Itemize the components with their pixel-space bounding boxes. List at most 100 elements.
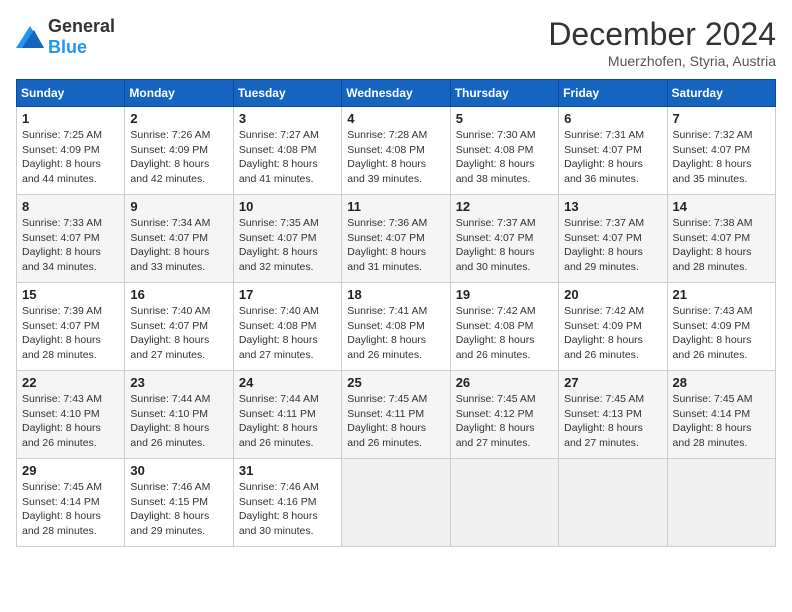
day-info: Sunrise: 7:37 AMSunset: 4:07 PMDaylight:…	[564, 216, 661, 275]
day-number: 5	[456, 111, 553, 126]
calendar-cell: 13 Sunrise: 7:37 AMSunset: 4:07 PMDayligh…	[559, 195, 667, 283]
day-number: 28	[673, 375, 770, 390]
title-block: December 2024 Muerzhofen, Styria, Austri…	[548, 16, 776, 69]
day-info: Sunrise: 7:45 AMSunset: 4:11 PMDaylight:…	[347, 392, 444, 451]
calendar-week-1: 1Sunrise: 7:25 AMSunset: 4:09 PMDaylight…	[17, 107, 776, 195]
calendar-cell: 20Sunrise: 7:42 AMSunset: 4:09 PMDayligh…	[559, 283, 667, 371]
day-number: 23	[130, 375, 227, 390]
day-number: 21	[673, 287, 770, 302]
calendar-cell: 18 Sunrise: 7:41 AMSunset: 4:08 PMDayligh…	[342, 283, 450, 371]
calendar-cell	[559, 459, 667, 547]
calendar-table: SundayMondayTuesdayWednesdayThursdayFrid…	[16, 79, 776, 547]
calendar-cell: 7 Sunrise: 7:32 AMSunset: 4:07 PMDaylight…	[667, 107, 775, 195]
day-number: 15	[22, 287, 119, 302]
day-info: Sunrise: 7:44 AMSunset: 4:10 PMDaylight:…	[130, 392, 227, 451]
calendar-week-3: 15 Sunrise: 7:39 AMSunset: 4:07 PMDayligh…	[17, 283, 776, 371]
month-title: December 2024	[548, 16, 776, 53]
day-number: 29	[22, 463, 119, 478]
day-info: Sunrise: 7:45 AMSunset: 4:14 PMDaylight:…	[22, 480, 119, 539]
calendar-cell: 10 Sunrise: 7:35 AMSunset: 4:07 PMDayligh…	[233, 195, 341, 283]
calendar-cell: 6 Sunrise: 7:31 AMSunset: 4:07 PMDaylight…	[559, 107, 667, 195]
day-number: 13	[564, 199, 661, 214]
day-info: Sunrise: 7:40 AMSunset: 4:07 PMDaylight:…	[130, 304, 227, 363]
day-info: Sunrise: 7:28 AMSunset: 4:08 PMDaylight:…	[347, 128, 444, 187]
day-info: Sunrise: 7:31 AMSunset: 4:07 PMDaylight:…	[564, 128, 661, 187]
day-info: Sunrise: 7:35 AMSunset: 4:07 PMDaylight:…	[239, 216, 336, 275]
day-info: Sunrise: 7:30 AMSunset: 4:08 PMDaylight:…	[456, 128, 553, 187]
calendar-cell	[342, 459, 450, 547]
calendar-cell: 11 Sunrise: 7:36 AMSunset: 4:07 PMDayligh…	[342, 195, 450, 283]
page-header: General Blue December 2024 Muerzhofen, S…	[16, 16, 776, 69]
calendar-cell: 4 Sunrise: 7:28 AMSunset: 4:08 PMDaylight…	[342, 107, 450, 195]
day-number: 2	[130, 111, 227, 126]
calendar-cell: 1Sunrise: 7:25 AMSunset: 4:09 PMDaylight…	[17, 107, 125, 195]
calendar-cell: 17Sunrise: 7:40 AMSunset: 4:08 PMDayligh…	[233, 283, 341, 371]
calendar-cell: 5 Sunrise: 7:30 AMSunset: 4:08 PMDaylight…	[450, 107, 558, 195]
day-info: Sunrise: 7:32 AMSunset: 4:07 PMDaylight:…	[673, 128, 770, 187]
calendar-cell: 3 Sunrise: 7:27 AMSunset: 4:08 PMDaylight…	[233, 107, 341, 195]
calendar-header-row: SundayMondayTuesdayWednesdayThursdayFrid…	[17, 80, 776, 107]
calendar-week-5: 29 Sunrise: 7:45 AMSunset: 4:14 PMDayligh…	[17, 459, 776, 547]
day-info: Sunrise: 7:41 AMSunset: 4:08 PMDaylight:…	[347, 304, 444, 363]
day-number: 7	[673, 111, 770, 126]
day-number: 3	[239, 111, 336, 126]
day-header-saturday: Saturday	[667, 80, 775, 107]
day-header-sunday: Sunday	[17, 80, 125, 107]
day-info: Sunrise: 7:46 AMSunset: 4:15 PMDaylight:…	[130, 480, 227, 539]
calendar-cell: 24Sunrise: 7:44 AMSunset: 4:11 PMDayligh…	[233, 371, 341, 459]
calendar-cell: 31 Sunrise: 7:46 AMSunset: 4:16 PMDayligh…	[233, 459, 341, 547]
logo-general: General	[48, 16, 115, 36]
day-number: 18	[347, 287, 444, 302]
calendar-week-2: 8 Sunrise: 7:33 AMSunset: 4:07 PMDaylight…	[17, 195, 776, 283]
logo: General Blue	[16, 16, 115, 58]
calendar-cell: 8 Sunrise: 7:33 AMSunset: 4:07 PMDaylight…	[17, 195, 125, 283]
day-info: Sunrise: 7:45 AMSunset: 4:13 PMDaylight:…	[564, 392, 661, 451]
day-info: Sunrise: 7:39 AMSunset: 4:07 PMDaylight:…	[22, 304, 119, 363]
day-header-thursday: Thursday	[450, 80, 558, 107]
location-title: Muerzhofen, Styria, Austria	[548, 53, 776, 69]
calendar-cell: 14 Sunrise: 7:38 AMSunset: 4:07 PMDayligh…	[667, 195, 775, 283]
day-header-wednesday: Wednesday	[342, 80, 450, 107]
day-info: Sunrise: 7:36 AMSunset: 4:07 PMDaylight:…	[347, 216, 444, 275]
day-number: 31	[239, 463, 336, 478]
calendar-cell: 25Sunrise: 7:45 AMSunset: 4:11 PMDayligh…	[342, 371, 450, 459]
day-header-tuesday: Tuesday	[233, 80, 341, 107]
calendar-cell: 28Sunrise: 7:45 AMSunset: 4:14 PMDayligh…	[667, 371, 775, 459]
day-number: 16	[130, 287, 227, 302]
day-number: 24	[239, 375, 336, 390]
day-number: 11	[347, 199, 444, 214]
day-info: Sunrise: 7:33 AMSunset: 4:07 PMDaylight:…	[22, 216, 119, 275]
calendar-cell	[667, 459, 775, 547]
calendar-cell: 12Sunrise: 7:37 AMSunset: 4:07 PMDayligh…	[450, 195, 558, 283]
day-number: 22	[22, 375, 119, 390]
day-number: 14	[673, 199, 770, 214]
day-info: Sunrise: 7:34 AMSunset: 4:07 PMDaylight:…	[130, 216, 227, 275]
day-info: Sunrise: 7:46 AMSunset: 4:16 PMDaylight:…	[239, 480, 336, 539]
calendar-cell: 29 Sunrise: 7:45 AMSunset: 4:14 PMDayligh…	[17, 459, 125, 547]
calendar-cell: 9Sunrise: 7:34 AMSunset: 4:07 PMDaylight…	[125, 195, 233, 283]
day-info: Sunrise: 7:43 AMSunset: 4:09 PMDaylight:…	[673, 304, 770, 363]
logo-text: General Blue	[48, 16, 115, 58]
day-info: Sunrise: 7:43 AMSunset: 4:10 PMDaylight:…	[22, 392, 119, 451]
logo-icon	[16, 26, 44, 48]
calendar-cell: 22 Sunrise: 7:43 AMSunset: 4:10 PMDayligh…	[17, 371, 125, 459]
day-number: 19	[456, 287, 553, 302]
day-info: Sunrise: 7:27 AMSunset: 4:08 PMDaylight:…	[239, 128, 336, 187]
day-number: 6	[564, 111, 661, 126]
calendar-cell: 2Sunrise: 7:26 AMSunset: 4:09 PMDaylight…	[125, 107, 233, 195]
day-number: 10	[239, 199, 336, 214]
day-number: 1	[22, 111, 119, 126]
calendar-cell: 21 Sunrise: 7:43 AMSunset: 4:09 PMDayligh…	[667, 283, 775, 371]
day-info: Sunrise: 7:45 AMSunset: 4:12 PMDaylight:…	[456, 392, 553, 451]
day-number: 17	[239, 287, 336, 302]
day-number: 20	[564, 287, 661, 302]
calendar-cell: 26 Sunrise: 7:45 AMSunset: 4:12 PMDayligh…	[450, 371, 558, 459]
day-number: 8	[22, 199, 119, 214]
day-header-friday: Friday	[559, 80, 667, 107]
calendar-week-4: 22 Sunrise: 7:43 AMSunset: 4:10 PMDayligh…	[17, 371, 776, 459]
day-number: 4	[347, 111, 444, 126]
day-info: Sunrise: 7:38 AMSunset: 4:07 PMDaylight:…	[673, 216, 770, 275]
day-number: 26	[456, 375, 553, 390]
day-number: 27	[564, 375, 661, 390]
day-info: Sunrise: 7:37 AMSunset: 4:07 PMDaylight:…	[456, 216, 553, 275]
